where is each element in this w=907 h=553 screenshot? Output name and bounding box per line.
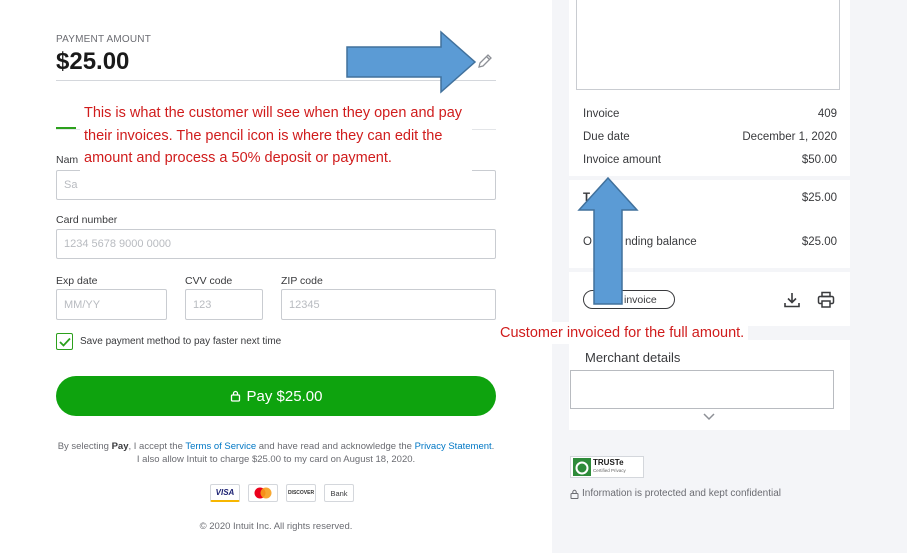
invoice-preview-card (569, 0, 850, 98)
pay-button[interactable]: Pay $25.00 (56, 376, 496, 416)
name-label: Nam (56, 154, 79, 166)
mastercard-circles-icon (254, 487, 272, 499)
truste-logo-icon (573, 458, 591, 476)
zip-label: ZIP code (281, 275, 323, 287)
truste-text: TRUSTe Certified Privacy (593, 459, 626, 475)
exp-date-label: Exp date (56, 275, 98, 287)
discover-label: DISCOVER (287, 490, 315, 496)
invoice-amount-value: $50.00 (801, 154, 837, 166)
card-number-label: Card number (56, 214, 118, 226)
arrow-right-icon (346, 30, 477, 94)
lock-icon (230, 390, 240, 402)
copyright: © 2020 Intuit Inc. All rights reserved. (199, 521, 353, 532)
invoice-number-value: 409 (817, 108, 837, 120)
invoice-number-label: Invoice (583, 108, 620, 120)
merchant-details-title: Merchant details (585, 350, 681, 365)
exp-date-field[interactable]: MM/YY (56, 289, 167, 320)
privacy-link[interactable]: Privacy Statement (415, 441, 492, 452)
outstanding-value: $25.00 (801, 236, 837, 248)
terms-link[interactable]: Terms of Service (185, 441, 256, 452)
cvv-label: CVV code (185, 275, 233, 287)
cvv-field[interactable]: 123 (185, 289, 263, 320)
pencil-icon[interactable] (476, 52, 494, 70)
invoice-amount-label: Invoice amount (583, 154, 661, 166)
save-method-checkbox[interactable] (56, 333, 73, 350)
legal-pay-word: Pay (111, 441, 129, 452)
card-number-placeholder: 1234 5678 9000 0000 (64, 238, 172, 250)
legal-part2: , I accept the (128, 441, 186, 452)
save-method-label: Save payment method to pay faster next t… (80, 336, 282, 347)
merchant-details-box (570, 370, 834, 409)
cvv-placeholder: 123 (193, 298, 212, 311)
checkmark-icon (58, 337, 71, 347)
due-date-label: Due date (583, 131, 630, 143)
bank-label: Bank (330, 488, 348, 498)
truste-badge[interactable]: TRUSTe Certified Privacy (570, 456, 644, 478)
arrow-up-icon (577, 176, 639, 305)
exp-date-placeholder: MM/YY (64, 298, 101, 311)
legal-part3: and have read and acknowledge the (256, 441, 415, 452)
protected-notice: Information is protected and kept confid… (570, 488, 781, 499)
annotation-bottom: Customer invoiced for the full amount. (496, 322, 749, 344)
name-placeholder: Sa (64, 179, 78, 191)
legal-part1: By selecting (57, 441, 112, 452)
bank-icon: Bank (324, 484, 354, 502)
due-date-value: December 1, 2020 (742, 131, 837, 143)
mastercard-icon (248, 484, 278, 502)
total-value: $25.00 (801, 192, 837, 204)
zip-placeholder: 12345 (289, 298, 320, 311)
download-icon[interactable] (783, 291, 801, 309)
zip-field[interactable]: 12345 (281, 289, 496, 320)
discover-icon: DISCOVER (286, 484, 316, 502)
card-brands: VISA DISCOVER Bank (210, 484, 354, 502)
chevron-down-icon[interactable] (702, 412, 716, 422)
lock-icon (570, 489, 579, 499)
payment-amount-label: PAYMENT AMOUNT (56, 34, 152, 45)
invoice-preview-frame (576, 0, 840, 90)
protected-text: Information is protected and kept confid… (582, 488, 782, 499)
visa-label: VISA (215, 488, 235, 497)
truste-sub: Certified Privacy (593, 468, 626, 473)
legal-text: By selecting Pay, I accept the Terms of … (56, 440, 496, 466)
visa-icon: VISA (210, 484, 240, 502)
truste-name: TRUSTe (593, 458, 624, 467)
print-icon[interactable] (817, 291, 835, 309)
pay-button-label: Pay $25.00 (246, 387, 323, 405)
card-number-field[interactable]: 1234 5678 9000 0000 (56, 229, 496, 259)
payment-amount: $25.00 (56, 48, 130, 75)
annotation-top: This is what the customer will see when … (80, 100, 472, 198)
